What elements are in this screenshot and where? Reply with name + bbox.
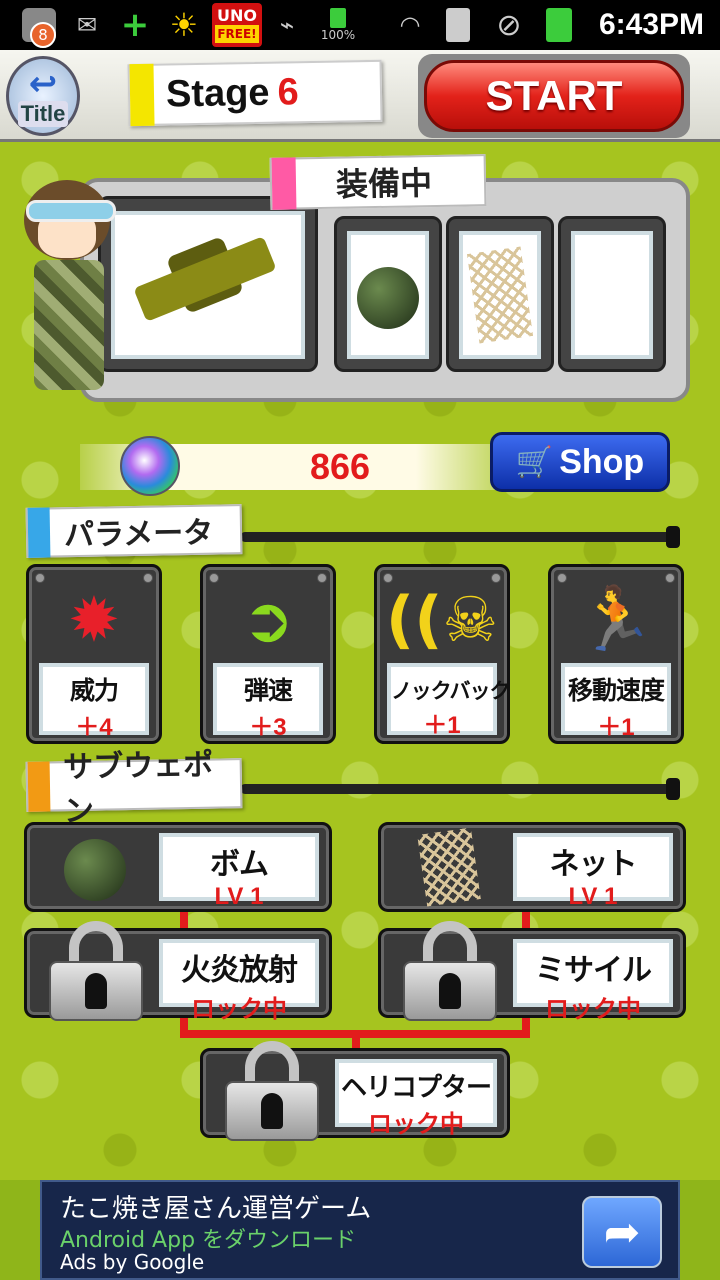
grenade-icon bbox=[357, 267, 419, 329]
net-icon bbox=[466, 246, 533, 344]
subweapon-name: ミサイル bbox=[535, 953, 652, 988]
battery-percent: 100% bbox=[320, 28, 356, 42]
param-value: ＋1 bbox=[423, 712, 461, 739]
currency-amount: 866 bbox=[309, 446, 371, 487]
stage-text: Stage bbox=[165, 71, 270, 116]
running-icon: 🏃 bbox=[577, 582, 655, 655]
subweapon-lock-status: ロック中 bbox=[191, 996, 287, 1023]
lock-icon bbox=[41, 921, 151, 1021]
ad-attribution: Ads by Google bbox=[60, 1250, 205, 1274]
start-button-label: START bbox=[424, 60, 684, 132]
grenade-icon bbox=[64, 839, 126, 901]
param-power[interactable]: ✹ 威力 ＋4 bbox=[26, 564, 162, 744]
mail-icon: ✉ bbox=[76, 11, 98, 39]
yellow-tab-marker bbox=[129, 63, 155, 127]
param-name: 威力 bbox=[69, 676, 119, 705]
param-value: ＋3 bbox=[249, 714, 287, 741]
subweapon-name: 火炎放射 bbox=[181, 953, 298, 988]
back-arrow-icon: ↩ bbox=[28, 64, 58, 104]
battery-icon: 100% bbox=[318, 8, 358, 42]
equipment-title-text: 装備中 bbox=[335, 164, 433, 204]
subweapon-level: LV 1 bbox=[214, 883, 264, 910]
subweapons-rail bbox=[240, 778, 680, 800]
clock: 6:43PM bbox=[598, 8, 704, 41]
parameters-title: パラメータ bbox=[25, 504, 243, 558]
parameters-rail bbox=[240, 526, 680, 548]
title-button-label: Title bbox=[17, 101, 69, 127]
share-arrow-icon[interactable]: ➦ bbox=[582, 1196, 662, 1268]
lock-icon bbox=[217, 1041, 327, 1141]
subweapon-name: ネット bbox=[549, 847, 638, 882]
sub-slot-grenade[interactable] bbox=[334, 216, 442, 372]
notification-count-badge: 8 bbox=[30, 22, 56, 48]
ad-title: たこ焼き屋さん運営ゲーム bbox=[60, 1194, 372, 1224]
parameters-title-text: パラメータ bbox=[63, 515, 214, 554]
param-move-speed[interactable]: 🏃 移動速度 ＋1 bbox=[548, 564, 684, 744]
plus-icon: + bbox=[120, 5, 150, 45]
lock-icon bbox=[395, 921, 505, 1021]
status-bar: 8 ✉ + ☀ UNO FREE! ⌁ 100% ◠ ⊘ 6:43PM bbox=[0, 0, 720, 50]
subweapon-name: ヘリコプター bbox=[340, 1073, 492, 1103]
param-value: ＋4 bbox=[75, 714, 113, 741]
character-avatar bbox=[12, 170, 122, 400]
stage-label: Stage 6 bbox=[127, 59, 383, 127]
wifi-icon: ◠ bbox=[399, 11, 421, 39]
goggles-icon bbox=[26, 200, 116, 222]
usb-icon: ⌁ bbox=[279, 11, 295, 39]
subweapon-lock-status: ロック中 bbox=[545, 996, 641, 1023]
param-name: ノックバック bbox=[391, 679, 511, 703]
subweapon-level: LV 1 bbox=[568, 883, 618, 910]
uno-icon: UNO FREE! bbox=[212, 3, 262, 47]
cart-icon: 🛒 bbox=[515, 445, 554, 479]
subweapon-missile[interactable]: ミサイル ロック中 bbox=[378, 921, 686, 1023]
battery-full-icon bbox=[546, 8, 572, 42]
stage-number: 6 bbox=[277, 70, 299, 114]
gem-orb-icon bbox=[120, 436, 180, 496]
subweapon-lock-status: ロック中 bbox=[368, 1111, 464, 1138]
ad-banner[interactable]: たこ焼き屋さん運営ゲーム Android App をダウンロード Ads by … bbox=[40, 1180, 680, 1280]
subweapon-name: ボム bbox=[210, 847, 269, 882]
blue-tab-marker bbox=[27, 507, 51, 558]
param-value: ＋1 bbox=[597, 714, 635, 741]
subweapon-net[interactable]: ネット LV 1 bbox=[378, 822, 686, 912]
subweapon-bomb[interactable]: ボム LV 1 bbox=[24, 822, 332, 912]
sub-slot-net[interactable] bbox=[446, 216, 554, 372]
shop-button-label: Shop bbox=[559, 442, 645, 481]
shop-button[interactable]: 🛒 Shop bbox=[490, 432, 670, 492]
bullet-icon: ➲ bbox=[242, 582, 294, 656]
sub-slot-empty[interactable] bbox=[558, 216, 666, 372]
knockback-icon: ((☠ bbox=[385, 582, 499, 656]
pink-tab-marker bbox=[271, 157, 297, 210]
burst-icon: ✹ bbox=[68, 582, 120, 656]
subweapon-helicopter[interactable]: ヘリコプター ロック中 bbox=[200, 1041, 510, 1141]
block-icon: ⊘ bbox=[496, 7, 522, 43]
net-icon bbox=[417, 827, 481, 907]
subweapons-title: サブウェポン bbox=[25, 748, 243, 829]
uno-label: UNO bbox=[217, 6, 257, 25]
uno-sub-label: FREE! bbox=[215, 25, 259, 43]
param-knockback[interactable]: ((☠ ノックバック ＋1 bbox=[374, 564, 511, 744]
main-weapon-slot[interactable] bbox=[98, 196, 318, 372]
equipment-title: 装備中 bbox=[269, 154, 487, 210]
sun-icon: ☀ bbox=[169, 6, 199, 44]
orange-tab-marker bbox=[27, 761, 51, 812]
title-button[interactable]: ↩ Title bbox=[6, 56, 80, 136]
start-button[interactable]: START bbox=[418, 54, 690, 138]
param-name: 移動速度 bbox=[567, 676, 665, 705]
sim-icon bbox=[446, 8, 470, 42]
param-name: 弾速 bbox=[243, 676, 293, 705]
subweapons-title-text: サブウェポン bbox=[62, 747, 214, 830]
param-bullet-speed[interactable]: ➲ 弾速 ＋3 bbox=[200, 564, 336, 744]
top-bar: ↩ Title Stage 6 START bbox=[0, 50, 720, 142]
subweapon-flamethrower[interactable]: 火炎放射 ロック中 bbox=[24, 921, 332, 1023]
